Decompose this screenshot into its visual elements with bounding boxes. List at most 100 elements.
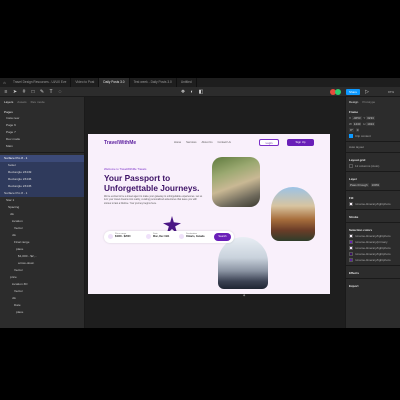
price-range-field[interactable]: Price range $1000 - $2000 <box>115 233 130 238</box>
tab-prototype[interactable]: Prototype <box>362 100 375 104</box>
avatar <box>335 89 341 95</box>
color-swatch[interactable] <box>349 252 353 257</box>
page-item[interactable]: Main <box>0 143 84 150</box>
grid-row[interactable]: 12 columns (Auto) <box>346 163 400 169</box>
boolean-icon[interactable]: ◧ <box>198 89 204 95</box>
layer-item[interactable]: Vector <box>0 225 84 232</box>
layer-item[interactable]: Date <box>0 302 84 309</box>
page-item[interactable]: Page 6 <box>0 122 84 129</box>
layer-item[interactable]: price <box>0 274 84 281</box>
layer-item[interactable]: $1,000 - $2,... <box>0 253 84 260</box>
page-item[interactable]: Page 7 <box>0 129 84 136</box>
color-swatch[interactable] <box>349 246 353 251</box>
tab-daily-posts[interactable]: Daily Posts 3.0 <box>99 78 130 87</box>
zoom-level[interactable]: 97% <box>388 89 394 95</box>
layer-item[interactable]: Surface Pro 8 - 1 <box>0 190 84 197</box>
layer-item[interactable]: Vector <box>0 288 84 295</box>
selection-color-label: rxname-itinerary/primary <box>355 240 388 244</box>
website-frame[interactable]: TravelWithMe Home Services About Us Cont… <box>88 134 330 294</box>
opacity-field[interactable]: 100% <box>370 183 381 188</box>
tab-travel-design[interactable]: Travel Design Resources - UI/UX Eve <box>9 78 72 87</box>
pages-heading: Pages <box>4 110 13 114</box>
layer-item[interactable]: location 3D <box>0 281 84 288</box>
tab-test-week[interactable]: Test week - Daily Posts 3.0 <box>130 78 177 87</box>
page-item[interactable]: Insta new <box>0 115 84 122</box>
comment-tool-icon[interactable]: ◌ <box>57 89 63 95</box>
x-field[interactable]: -4653 <box>351 116 362 121</box>
hero-image-airport <box>218 237 268 289</box>
nav-home[interactable]: Home <box>174 141 181 144</box>
fill-row[interactable]: rxname-itinerary/lightphoto <box>346 201 400 207</box>
properties-panel: Design Prototype Frame X -4653 Y 3233 W … <box>345 97 400 328</box>
blend-mode-select[interactable]: Pass through <box>349 183 369 188</box>
welcome-text: Welcome to TravelWithMe Travels <box>104 167 147 171</box>
hero-image-valley <box>271 187 315 241</box>
login-button[interactable]: Login <box>259 139 279 146</box>
components-icon[interactable]: ❖ <box>180 89 186 95</box>
layer-item[interactable]: Star 1 <box>0 197 84 204</box>
date-field[interactable]: Date Mon, Dec 19th <box>153 233 169 238</box>
auto-layout-row[interactable]: Auto layout <box>346 144 400 150</box>
page-item[interactable]: Dev mode <box>0 136 84 143</box>
site-logo[interactable]: TravelWithMe <box>104 140 136 146</box>
destination-field[interactable]: Destination Ontario, Canada <box>186 233 204 238</box>
mask-icon[interactable]: ◐ <box>189 89 195 95</box>
color-swatch[interactable] <box>349 240 353 245</box>
y-field[interactable]: 3233 <box>366 116 375 121</box>
layer-item[interactable]: div <box>0 211 84 218</box>
h-field[interactable]: 1024 <box>366 122 375 127</box>
nav-contact-us[interactable]: Contact Us <box>218 141 231 144</box>
selection-color-row[interactable]: rxname-itinerary/lightphoto <box>346 257 400 263</box>
checkbox-icon[interactable] <box>349 134 353 139</box>
layer-item[interactable]: Vector <box>0 267 84 274</box>
tab-bar: ⌂ Travel Design Resources - UI/UX Eve Vi… <box>0 78 400 87</box>
selection-color-label: rxname-itinerary/lightphoto <box>355 246 391 250</box>
nav-services[interactable]: Services <box>186 141 196 144</box>
color-swatch[interactable] <box>349 258 353 263</box>
layer-item[interactable]: location <box>0 218 84 225</box>
layer-item[interactable]: div <box>0 295 84 302</box>
layer-item[interactable]: Rectangle 23445 <box>0 183 84 190</box>
play-icon[interactable]: ▷ <box>364 89 370 95</box>
w-field[interactable]: 1440 <box>352 122 362 127</box>
fill-swatch[interactable] <box>349 202 353 207</box>
tab-video-to-post[interactable]: Video to Post <box>71 78 100 87</box>
divider <box>346 190 400 191</box>
shape-tool-icon[interactable]: □ <box>30 89 36 95</box>
frame-tool-icon[interactable]: # <box>21 89 27 95</box>
layer-item[interactable]: footer <box>0 162 84 169</box>
clip-content-row[interactable]: Clip content <box>346 133 400 139</box>
search-bar: Price range $1000 - $2000 Date Mon, Dec … <box>104 231 234 243</box>
layer-item[interactable]: place <box>0 246 84 253</box>
tab-design[interactable]: Design <box>349 100 358 104</box>
layer-row: Pass through 100% <box>346 182 400 188</box>
signup-button[interactable]: Sign Up <box>287 139 314 146</box>
home-icon[interactable]: ⌂ <box>0 78 9 87</box>
y-label: Y <box>363 116 366 120</box>
divider <box>346 278 400 279</box>
text-tool-icon[interactable]: T <box>48 89 54 95</box>
color-swatch[interactable] <box>349 234 353 239</box>
layer-item[interactable]: Spacing <box>0 204 84 211</box>
layer-item[interactable]: Rectangle 23446 <box>0 176 84 183</box>
frame-resize-handle-icon[interactable]: ◆ <box>243 293 245 297</box>
figma-menu-icon[interactable]: ≡ <box>3 89 9 95</box>
layer-item[interactable]: Rectangle 23449 <box>0 169 84 176</box>
canvas[interactable]: TravelWithMe Home Services About Us Cont… <box>85 97 345 328</box>
layer-item[interactable]: place <box>0 309 84 316</box>
layer-item[interactable]: Surface Pro 8 - 1 <box>0 155 84 162</box>
pen-tool-icon[interactable]: ✎ <box>39 89 45 95</box>
tab-assets[interactable]: Assets <box>17 100 26 104</box>
layer-item[interactable]: div <box>0 232 84 239</box>
layer-item[interactable]: arrow-down <box>0 260 84 267</box>
share-button[interactable]: Share <box>345 89 360 95</box>
layer-item[interactable]: Final range <box>0 239 84 246</box>
tab-layers[interactable]: Layers <box>4 100 13 104</box>
tab-dev-mode[interactable]: Dev mode <box>31 100 45 104</box>
tab-untitled[interactable]: Untitled <box>177 78 197 87</box>
search-button[interactable]: Search <box>214 233 231 241</box>
rotation-field[interactable]: 0° <box>349 128 354 133</box>
radius-field[interactable]: 0 <box>355 128 360 133</box>
move-tool-icon[interactable]: ➤ <box>12 89 18 95</box>
nav-about-us[interactable]: About Us <box>201 141 212 144</box>
